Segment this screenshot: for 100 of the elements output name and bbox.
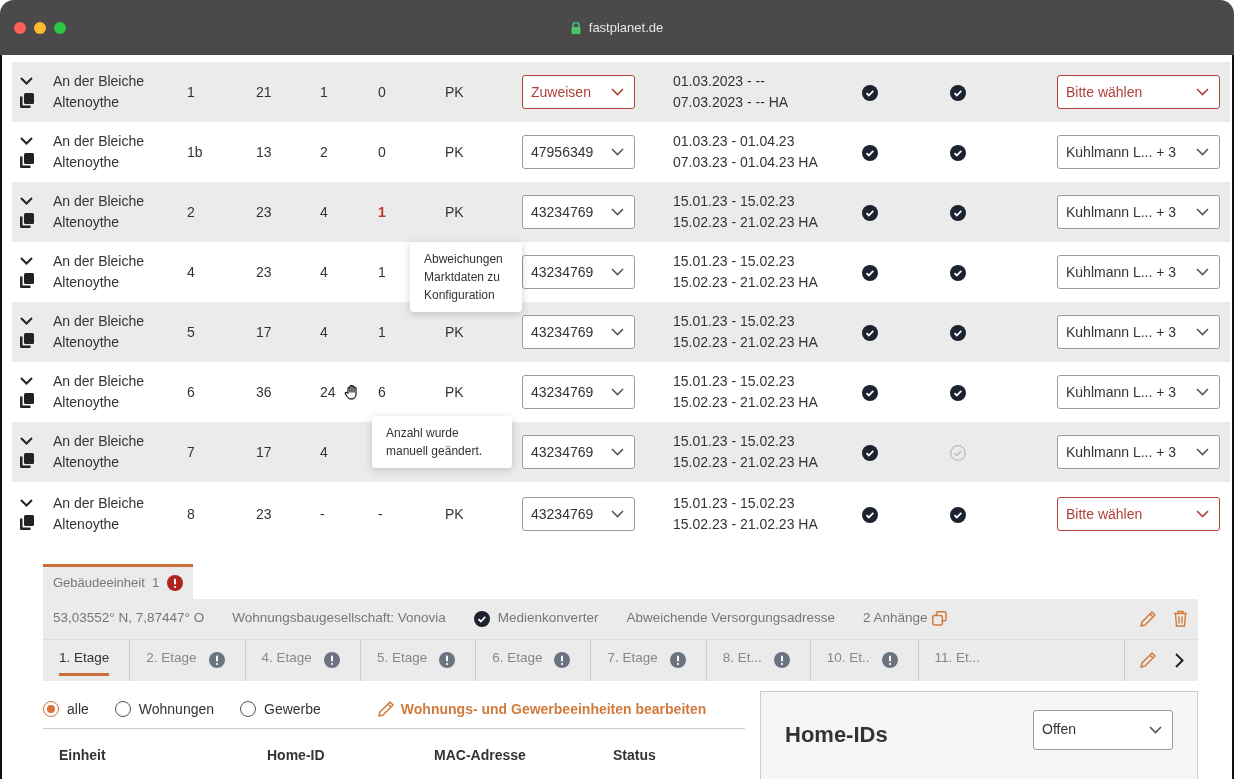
column-header: Einheit xyxy=(59,745,107,765)
table-cell-text: 4 xyxy=(320,202,328,222)
chevron-down-icon[interactable] xyxy=(20,76,33,85)
assignee-select[interactable]: Bitte wählen xyxy=(1057,497,1220,531)
id-select[interactable]: 43234769 xyxy=(522,497,635,531)
table-cell-text: PK xyxy=(445,322,464,342)
period-text: 15.01.23 - 15.02.23 xyxy=(673,372,796,391)
copy-icon[interactable] xyxy=(20,514,34,530)
table-cell-text: PK xyxy=(445,142,464,162)
chevron-right-icon[interactable] xyxy=(1175,652,1184,668)
id-select[interactable]: 43234769 xyxy=(522,255,635,289)
chevron-down-icon[interactable] xyxy=(20,256,33,265)
id-select[interactable]: 43234769 xyxy=(522,315,635,349)
assignee-select[interactable]: Bitte wählen xyxy=(1057,75,1220,109)
locality-text: Altenoythe xyxy=(53,333,121,352)
period-text: 15.02.23 - 21.02.23 HA xyxy=(673,273,819,292)
close-window-button[interactable] xyxy=(14,22,26,34)
assignee-select[interactable]: Kuhlmann L... + 3 xyxy=(1057,315,1220,349)
id-select[interactable]: 43234769 xyxy=(522,435,635,469)
chevron-down-icon xyxy=(1149,725,1162,734)
chevron-down-icon[interactable] xyxy=(20,376,33,385)
assignee-select[interactable]: Kuhlmann L... + 3 xyxy=(1057,435,1220,469)
street-text: An der Bleiche xyxy=(53,312,146,331)
id-select[interactable]: 43234769 xyxy=(522,375,635,409)
table-cell-text: 13 xyxy=(256,142,272,162)
copy-icon[interactable] xyxy=(20,212,34,228)
table-cell-text: 23 xyxy=(256,202,272,222)
filter-radio[interactable]: alle xyxy=(43,698,89,720)
chevron-down-icon xyxy=(611,88,624,96)
column-header: Home-ID xyxy=(267,745,326,765)
floor-tab[interactable]: 1. Etage xyxy=(43,639,130,681)
table-cell-text: 36 xyxy=(256,382,272,402)
id-select[interactable]: 43234769 xyxy=(522,195,635,229)
locality-text: Altenoythe xyxy=(53,153,121,172)
chevron-down-icon xyxy=(1196,448,1209,456)
period-text: 15.01.23 - 15.02.23 xyxy=(673,494,796,513)
copy-icon[interactable] xyxy=(20,452,34,468)
chevron-down-icon[interactable] xyxy=(20,436,33,445)
table-cell-text: 23 xyxy=(256,504,272,524)
locality-text: Altenoythe xyxy=(53,393,121,412)
period-text: 15.01.23 - 15.02.23 xyxy=(673,252,796,271)
chevron-down-icon[interactable] xyxy=(20,316,33,325)
copy-icon[interactable] xyxy=(20,272,34,288)
chevron-down-icon[interactable] xyxy=(20,498,33,507)
chevron-down-icon xyxy=(1196,148,1209,156)
table-cell-text: 4 xyxy=(187,262,195,282)
building-tab[interactable]: Gebäudeeinheit 1 xyxy=(43,564,194,599)
minimize-window-button[interactable] xyxy=(34,22,46,34)
chevron-down-icon xyxy=(1196,268,1209,276)
edit-icon[interactable] xyxy=(1139,651,1157,669)
period-text: 07.03.23 - 01.04.23 HA xyxy=(673,153,819,172)
locality-text: Altenoythe xyxy=(53,213,121,232)
id-select[interactable]: 47956349 xyxy=(522,135,635,169)
table-cell-text: 0 xyxy=(378,142,386,162)
media-converter-text: Medienkonverter xyxy=(497,609,599,628)
chevron-down-icon xyxy=(611,148,624,156)
period-text: 15.02.23 - 21.02.23 HA xyxy=(673,515,819,534)
table-cell-text: 1 xyxy=(378,202,386,222)
table-cell-text: 4 xyxy=(320,442,328,462)
edit-icon[interactable] xyxy=(1139,609,1157,628)
trash-icon[interactable] xyxy=(1173,610,1188,627)
id-select[interactable]: Zuweisen xyxy=(522,75,635,109)
chevron-down-icon[interactable] xyxy=(20,136,33,145)
period-text: 07.03.2023 - -- HA xyxy=(673,93,790,112)
chevron-down-icon xyxy=(611,328,624,336)
chevron-down-icon xyxy=(611,388,624,396)
chevron-down-icon xyxy=(611,510,624,518)
table-cell-text: 0 xyxy=(378,82,386,102)
copy-icon[interactable] xyxy=(20,152,34,168)
table-cell-text: 4 xyxy=(320,322,328,342)
filter-radio[interactable]: Wohnungen xyxy=(114,698,215,720)
table-cell-text: 17 xyxy=(256,442,272,462)
street-text: An der Bleiche xyxy=(53,252,146,271)
table-cell-text: 23 xyxy=(256,262,272,282)
copy-icon[interactable] xyxy=(20,92,34,108)
table-cell-text: 1 xyxy=(378,322,386,342)
locality-text: Altenoythe xyxy=(53,273,121,292)
pencil-icon xyxy=(376,700,395,718)
assignee-select[interactable]: Kuhlmann L... + 3 xyxy=(1057,255,1220,289)
table-cell-text: 17 xyxy=(256,322,272,342)
tooltip: Anzahl wurde manuell geändert. xyxy=(372,415,512,468)
assignee-select[interactable]: Kuhlmann L... + 3 xyxy=(1057,375,1220,409)
period-text: 15.02.23 - 21.02.23 HA xyxy=(673,213,819,232)
copy-icon[interactable] xyxy=(20,332,34,348)
chevron-down-icon xyxy=(611,448,624,456)
chevron-down-icon[interactable] xyxy=(20,196,33,205)
chevron-down-icon xyxy=(1196,510,1209,518)
period-text: 15.01.23 - 15.02.23 xyxy=(673,312,796,331)
table-cell-text: 5 xyxy=(187,322,195,342)
company-text: Wohnungsbaugesellschaft: Vonovia xyxy=(232,609,446,628)
copy-icon[interactable] xyxy=(20,392,34,408)
period-text: 15.01.23 - 15.02.23 xyxy=(673,192,796,211)
locality-text: Altenoythe xyxy=(53,515,121,534)
filter-radio[interactable]: Gewerbe xyxy=(240,698,321,720)
status-select[interactable]: Offen xyxy=(1033,709,1173,750)
assignee-select[interactable]: Kuhlmann L... + 3 xyxy=(1057,135,1220,169)
coordinates-text: 53,03552° N, 7,87447° O xyxy=(53,609,205,628)
maximize-window-button[interactable] xyxy=(54,22,66,34)
table-cell-text: 2 xyxy=(320,142,328,162)
assignee-select[interactable]: Kuhlmann L... + 3 xyxy=(1057,195,1220,229)
